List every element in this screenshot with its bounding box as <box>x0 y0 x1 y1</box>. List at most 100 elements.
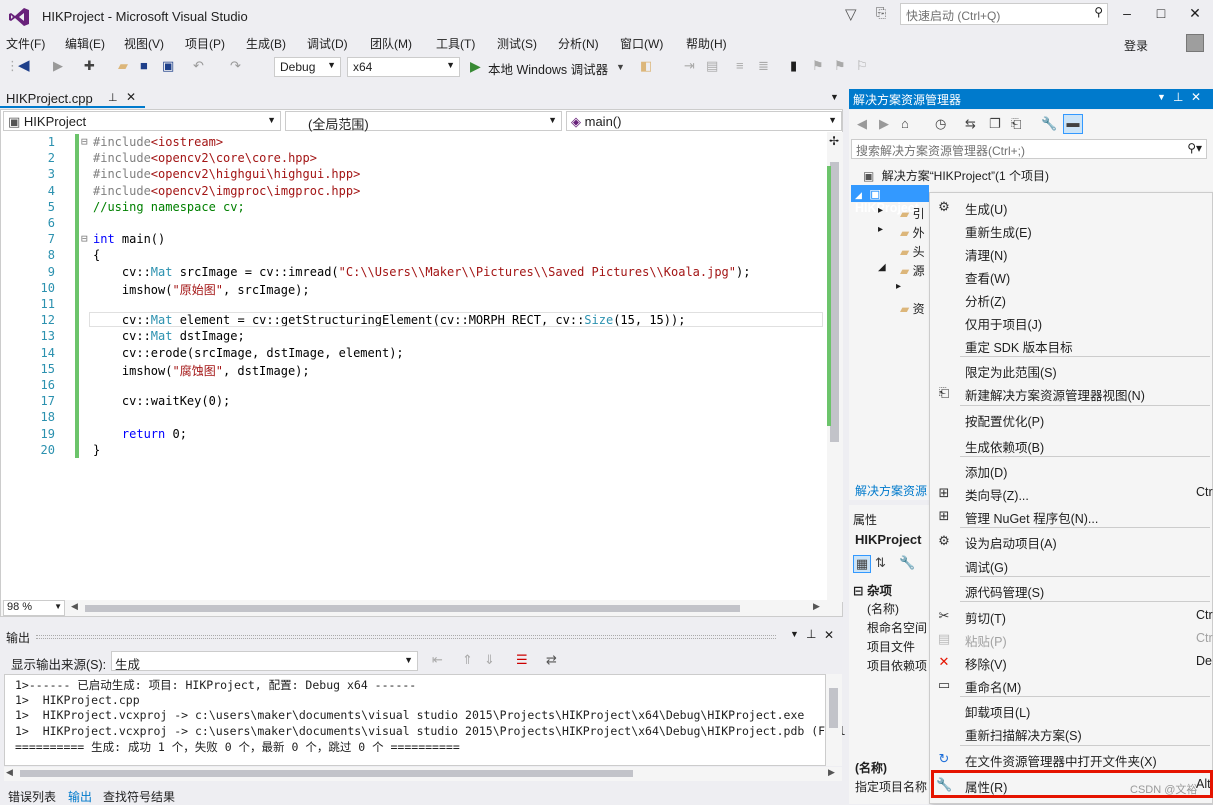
find-in-files-icon[interactable]: ◧ <box>640 58 652 74</box>
code-line[interactable]: } <box>93 443 100 457</box>
collapse-icon[interactable]: ⊟ <box>81 232 88 245</box>
context-menu-item[interactable]: ✕ 移除(V) De <box>930 651 1212 673</box>
context-menu-item[interactable]: ▤ 粘贴(P) Ctr <box>930 628 1213 650</box>
scroll-right-icon[interactable]: ▶ <box>828 767 835 778</box>
tab-error-list[interactable]: 错误列表 <box>8 788 56 805</box>
chevron-down-icon[interactable]: ▼ <box>616 59 625 75</box>
save-all-icon[interactable]: ▣ <box>162 58 174 74</box>
project-node[interactable]: ◢ ▣ HIKProject <box>851 185 929 215</box>
output-text[interactable]: 1>------ 已启动生成: 项目: HIKProject, 配置: Debu… <box>4 674 867 766</box>
code-line[interactable]: #include<opencv2\highgui\highgui.hpp> <box>93 167 360 181</box>
context-menu-item[interactable]: 重新扫描解决方案(S) <box>930 722 1212 744</box>
context-menu-item[interactable]: ↻ 在文件资源管理器中打开文件夹(X) <box>930 748 1212 770</box>
step-icon[interactable]: ⇥ <box>684 58 695 74</box>
feedback-icon[interactable]: ⎘ <box>876 5 886 21</box>
code-editor[interactable]: ▣ HIKProject ▼ (全局范围) ▼ ◈ main() ▼ 1 #includ… <box>0 109 843 617</box>
code-line[interactable]: { <box>93 248 100 262</box>
context-menu-item[interactable]: 重定 SDK 版本目标 <box>930 334 1212 356</box>
close-button[interactable]: ✕ <box>1183 5 1207 25</box>
bookmark-icon[interactable]: ▮ <box>790 58 797 74</box>
code-line[interactable]: cv::Mat dstImage; <box>93 329 245 343</box>
menu-5[interactable]: 调试(D) <box>307 35 348 52</box>
chevron-down-icon[interactable]: ▼ <box>1157 92 1166 102</box>
code-line[interactable]: #include<opencv2\core\core.hpp> <box>93 151 317 165</box>
scroll-thumb[interactable] <box>830 162 839 442</box>
filter-icon[interactable]: ▽ <box>845 5 857 23</box>
start-debug-icon[interactable]: ▶ <box>470 58 481 74</box>
categorized-icon[interactable]: ▦ <box>853 555 871 573</box>
close-icon[interactable]: ✕ <box>824 628 834 642</box>
menu-7[interactable]: 工具(T) <box>436 35 475 52</box>
context-menu-item[interactable]: ✂ 剪切(T) Ctr <box>930 605 1213 627</box>
close-icon[interactable]: ✕ <box>1191 90 1201 104</box>
code-line[interactable]: #include<iostream> <box>93 135 223 149</box>
menu-4[interactable]: 生成(B) <box>246 35 286 52</box>
expand-arrow-icon[interactable]: ◢ <box>878 262 886 273</box>
new-project-icon[interactable]: ✚ <box>84 58 95 74</box>
tree-node[interactable]: ▰ 头 <box>900 243 925 260</box>
code-lines[interactable]: 1 #include<iostream> 2 #include<opencv2\cor… <box>1 132 827 602</box>
quick-launch-input[interactable]: 快速启动 (Ctrl+Q) ⚲ <box>900 3 1108 25</box>
scope-nav-select[interactable]: (全局范围) ▼ <box>285 111 562 132</box>
show-all-files-icon[interactable]: ⎗ <box>1011 116 1021 132</box>
pin-icon[interactable]: ⊥ <box>1173 90 1183 104</box>
tab-overflow-chevron-icon[interactable]: ▼ <box>830 92 839 102</box>
chevron-down-icon[interactable]: ▼ <box>790 629 799 639</box>
context-menu-item[interactable]: 限定为此范围(S) <box>930 359 1212 381</box>
save-icon[interactable]: ■ <box>140 58 148 74</box>
property-row[interactable]: 项目文件 <box>867 638 915 655</box>
code-line[interactable]: cv::waitKey(0); <box>93 394 230 408</box>
menu-11[interactable]: 帮助(H) <box>686 35 727 52</box>
code-line[interactable]: return 0; <box>93 427 187 441</box>
output-source-select[interactable]: 生成 ▼ <box>111 651 418 672</box>
scroll-left-icon[interactable]: ◀ <box>71 601 78 612</box>
context-menu-item[interactable]: ▭ 重命名(M) <box>930 674 1212 696</box>
code-line[interactable]: imshow("腐蚀图", dstImage); <box>93 362 310 379</box>
output-horizontal-scrollbar[interactable]: ◀ ▶ <box>4 767 842 781</box>
maximize-button[interactable]: □ <box>1149 5 1173 25</box>
redo-icon[interactable]: ↷ <box>230 58 241 74</box>
wrench-icon[interactable]: 🔧 <box>899 555 915 571</box>
home-icon[interactable]: ⌂ <box>901 116 909 132</box>
prev-message-icon[interactable]: ⇑ <box>462 652 473 668</box>
undo-icon[interactable]: ↶ <box>193 58 204 74</box>
back-icon[interactable]: ◀ <box>857 116 867 132</box>
property-row[interactable]: (名称) <box>867 600 899 617</box>
configuration-select[interactable]: Debug ▼ <box>274 57 341 77</box>
pending-changes-icon[interactable]: ◷ <box>935 116 946 132</box>
open-file-icon[interactable]: ▰ <box>118 58 128 74</box>
tab-hikproject-cpp[interactable]: HIKProject.cpp ⊥ ✕ <box>0 88 145 108</box>
menu-8[interactable]: 测试(S) <box>497 35 537 52</box>
menu-9[interactable]: 分析(N) <box>558 35 599 52</box>
wrench-icon[interactable]: 🔧 <box>1041 116 1057 132</box>
context-menu-item[interactable]: ⚙ 设为启动项目(A) <box>930 530 1212 552</box>
menu-6[interactable]: 团队(M) <box>370 35 412 52</box>
horizontal-scroll-thumb[interactable] <box>85 605 740 612</box>
expand-arrow-icon[interactable]: ▸ <box>878 205 883 216</box>
breakpoints-icon[interactable]: ▤ <box>706 58 718 74</box>
context-menu-item[interactable]: ⚙ 生成(U) <box>930 196 1212 218</box>
clear-all-icon[interactable]: ☰ <box>516 652 528 668</box>
context-menu-item[interactable]: 清理(N) <box>930 242 1212 264</box>
scroll-thumb[interactable] <box>829 688 838 728</box>
code-line[interactable]: //using namespace cv; <box>93 200 245 214</box>
solution-search-input[interactable]: 搜索解决方案资源管理器(Ctrl+;) ⚲▾ <box>851 139 1207 159</box>
scroll-right-icon[interactable]: ▶ <box>813 601 820 612</box>
context-menu-item[interactable]: 仅用于项目(J) <box>930 311 1212 333</box>
member-nav-select[interactable]: ◈ main() ▼ <box>566 111 842 131</box>
split-icon[interactable]: ✢ <box>829 134 839 148</box>
next-message-icon[interactable]: ⇓ <box>484 652 495 668</box>
scroll-left-icon[interactable]: ◀ <box>6 767 13 778</box>
next-bookmark-icon[interactable]: ⚑ <box>834 58 846 74</box>
solution-explorer-tab[interactable]: 解决方案资源 <box>855 482 927 499</box>
menu-10[interactable]: 窗口(W) <box>620 35 663 52</box>
zoom-select[interactable]: 98 % ▼ <box>3 600 65 616</box>
menu-0[interactable]: 文件(F) <box>6 35 45 52</box>
context-menu-item[interactable]: 重新生成(E) <box>930 219 1212 241</box>
context-menu-item[interactable]: 添加(D) <box>930 459 1212 481</box>
comment-icon[interactable]: ≡ <box>736 58 744 74</box>
editor-vertical-scrollbar[interactable]: ✢ <box>827 132 843 602</box>
sync-icon[interactable]: ⇆ <box>965 116 976 132</box>
property-row[interactable]: 项目依赖项 <box>867 657 927 674</box>
tree-node[interactable]: ▰ 资 <box>900 300 925 317</box>
